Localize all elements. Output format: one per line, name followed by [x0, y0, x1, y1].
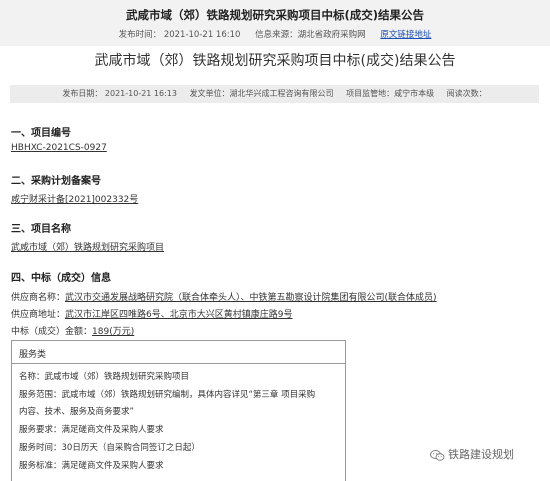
publish-time: 发布时间： 2021-10-21 16:10 — [118, 30, 241, 40]
section-project-name-title: 三、项目名称 — [11, 224, 71, 235]
service-category: 服务类 — [19, 350, 47, 360]
project-name: 武咸市域（郊）铁路规划研究采购项目 — [11, 243, 165, 253]
original-link[interactable]: 原文链接地址 — [380, 30, 431, 40]
view-count: 阅读次数： — [446, 89, 487, 98]
service-details-box: 服务类 名称：武咸市域（郊）铁路规划研究采购项目 服务范围：武咸市域（郊）铁路规… — [11, 340, 346, 481]
supplier-address-label: 供应商地址： — [11, 310, 66, 320]
supplier-address-row: 供应商地址：武汉市江岸区四唯路6号、北京市大兴区黄村镇康庄路9号 — [11, 307, 292, 320]
wechat-icon — [430, 449, 445, 461]
info-source: 信息来源：湖北省政府采购网 — [255, 30, 366, 40]
header-meta: 发布时间： 2021-10-21 16:10 信息来源：湖北省政府采购网 原文链… — [0, 28, 550, 40]
page-title: 武咸市域（郊）铁路规划研究采购项目中标(成交)结果公告 — [94, 53, 456, 69]
section-plan-number-title: 二、采购计划备案号 — [11, 176, 101, 187]
service-name: 名称：武咸市域（郊）铁路规划研究采购项目 — [19, 372, 190, 382]
award-amount-value: 189(万元) — [92, 327, 135, 337]
section-award-title: 四、中标（成交）信息 — [11, 273, 111, 284]
supplier-name-value: 武汉市交通发展战略研究院（联合体牵头人）、中铁第五勘察设计院集团有限公司(联合体… — [65, 293, 437, 303]
watermark: 铁路建设规划 — [430, 446, 514, 462]
service-standard: 服务标准：满足磋商文件及采购人要求 — [19, 461, 164, 471]
publisher: 发文单位：湖北华兴成工程咨询有限公司 — [189, 89, 334, 98]
supplier-address-value: 武汉市江岸区四唯路6号、北京市大兴区黄村镇康庄路9号 — [65, 310, 293, 320]
publish-date: 发布日期： 2021-10-21 16:13 — [62, 89, 177, 98]
award-amount-label: 中标（成交）金额： — [11, 327, 93, 337]
header-title: 武咸市域（郊）铁路规划研究采购项目中标(成交)结果公告 — [125, 8, 424, 22]
plan-number: 咸宁财采计备[2021]002332号 — [11, 195, 139, 205]
section-project-number-title: 一、项目编号 — [11, 128, 71, 139]
watermark-text: 铁路建设规划 — [448, 448, 514, 461]
service-scope-line-1: 服务范围：武咸市域（郊）铁路规划研究编制，具体内容详见“第三章 项目采购 — [19, 390, 316, 400]
service-box-header: 服务类 — [12, 341, 345, 364]
supervision-location: 项目监管地：咸宁市本级 — [346, 89, 435, 98]
info-bar: 发布日期： 2021-10-21 16:13 发文单位：湖北华兴成工程咨询有限公… — [10, 85, 539, 103]
service-duration: 服务时间：30日历天（自采购合同签订之日起） — [19, 443, 200, 453]
service-requirement: 服务要求：满足磋商文件及采购人要求 — [19, 425, 164, 435]
supplier-name-row: 供应商名称：武汉市交通发展战略研究院（联合体牵头人）、中铁第五勘察设计院集团有限… — [11, 290, 437, 303]
project-number: HBHXC-2021CS-0927 — [11, 143, 107, 153]
service-scope-line-2: 内容、技术、服务及商务要求” — [19, 407, 134, 417]
top-header: 武咸市域（郊）铁路规划研究采购项目中标(成交)结果公告 发布时间： 2021-1… — [0, 0, 550, 46]
award-amount-row: 中标（成交）金额：189(万元) — [11, 324, 134, 337]
supplier-name-label: 供应商名称： — [11, 293, 66, 303]
